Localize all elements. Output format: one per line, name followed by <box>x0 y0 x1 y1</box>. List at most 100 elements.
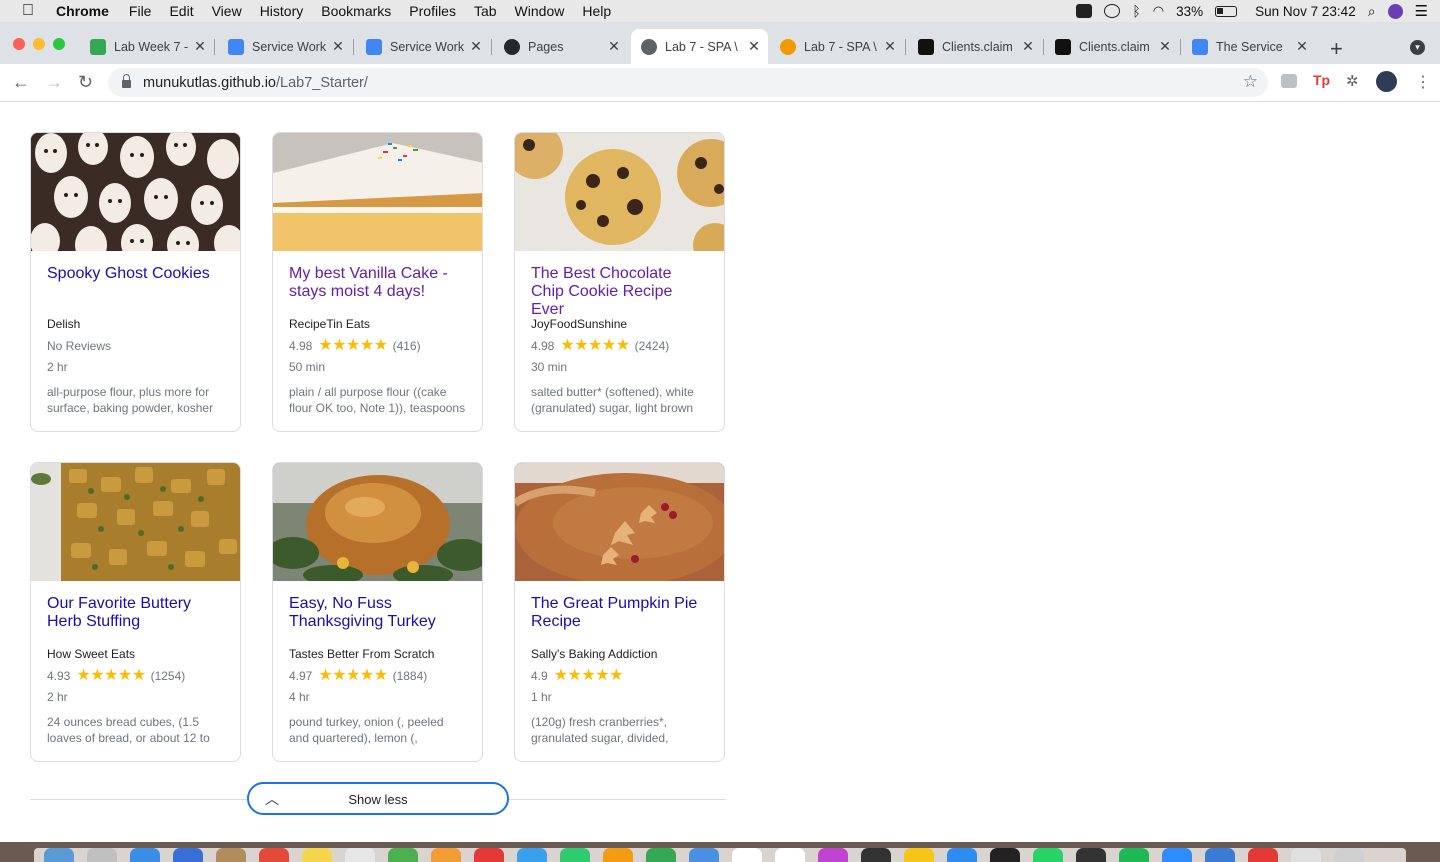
tab-the-service[interactable]: The Service ✕ <box>1182 29 1316 64</box>
menu-history[interactable]: History <box>260 3 304 19</box>
recipe-title[interactable]: My best Vanilla Cake - stays moist 4 day… <box>289 265 466 301</box>
downloads-icon[interactable] <box>1291 848 1321 862</box>
menu-tab[interactable]: Tab <box>474 3 497 19</box>
tab-search-icon[interactable]: ▾ <box>1410 40 1425 55</box>
vscode-icon[interactable] <box>1205 848 1235 862</box>
numbers-icon[interactable] <box>646 848 676 862</box>
lock-icon[interactable] <box>122 74 131 88</box>
music-icon[interactable] <box>861 848 891 862</box>
menu-app-name[interactable]: Chrome <box>56 3 109 19</box>
tab-clients-claim-2[interactable]: Clients.claim ✕ <box>1045 29 1179 64</box>
menu-window[interactable]: Window <box>515 3 565 19</box>
finder-icon[interactable] <box>44 848 74 862</box>
close-icon[interactable]: ✕ <box>330 38 346 55</box>
sketch-icon[interactable] <box>904 848 934 862</box>
zoom-icon[interactable] <box>1162 848 1192 862</box>
spotlight-search-icon[interactable]: ⌕ <box>1368 3 1376 20</box>
launchpad-icon[interactable] <box>87 848 117 862</box>
app-store-icon[interactable] <box>775 848 805 862</box>
close-icon[interactable]: ✕ <box>192 38 208 55</box>
textedit-icon[interactable] <box>345 848 375 862</box>
maps-icon[interactable] <box>388 848 418 862</box>
whatsapp-icon[interactable] <box>1033 848 1063 862</box>
bluetooth-icon[interactable]: ᛒ <box>1132 3 1140 19</box>
maximize-window-icon[interactable] <box>53 38 65 50</box>
spotify-icon[interactable] <box>1119 848 1149 862</box>
menu-help[interactable]: Help <box>582 3 611 19</box>
chrome-icon[interactable] <box>474 848 504 862</box>
tab-lab-7-spa-active[interactable]: Lab 7 - SPA \ ✕ <box>631 29 768 64</box>
menu-view[interactable]: View <box>212 3 242 19</box>
zoom-status-icon[interactable] <box>1076 4 1093 18</box>
recipe-card[interactable]: My best Vanilla Cake - stays moist 4 day… <box>272 132 483 432</box>
menu-edit[interactable]: Edit <box>169 3 193 19</box>
tab-lab-7-spa[interactable]: Lab 7 - SPA \ ✕ <box>770 29 904 64</box>
safari-icon[interactable] <box>130 848 160 862</box>
forward-icon[interactable]: → <box>45 72 63 93</box>
close-window-icon[interactable] <box>13 38 25 50</box>
facetime-icon[interactable] <box>560 848 590 862</box>
new-tab-icon[interactable]: + <box>1330 36 1343 62</box>
tab-title: Service Work <box>390 39 465 54</box>
recipe-card[interactable]: The Great Pumpkin Pie Recipe Sally's Bak… <box>514 462 725 762</box>
menu-bookmarks[interactable]: Bookmarks <box>321 3 391 19</box>
address-bar[interactable]: munukutlas.github.io/Lab7_Starter/ ☆ <box>108 68 1268 97</box>
menu-profiles[interactable]: Profiles <box>409 3 456 19</box>
tab-clients-claim-1[interactable]: Clients.claim ✕ <box>908 29 1042 64</box>
close-icon[interactable]: ✕ <box>882 38 898 55</box>
battery-icon[interactable] <box>1215 5 1238 17</box>
tab-service-worker-2[interactable]: Service Work ✕ <box>356 29 490 64</box>
extensions-puzzle-icon[interactable]: ✲ <box>1346 72 1359 90</box>
close-icon[interactable]: ✕ <box>1294 38 1310 55</box>
siri-icon[interactable] <box>1387 3 1403 19</box>
control-center-icon[interactable]: ☰ <box>1415 2 1428 20</box>
recipe-title[interactable]: The Best Chocolate Chip Cookie Recipe Ev… <box>531 265 708 318</box>
close-icon[interactable]: ✕ <box>1020 38 1036 55</box>
clock[interactable]: Sun Nov 7 23:42 <box>1255 4 1356 19</box>
bookmark-star-icon[interactable]: ☆ <box>1243 72 1258 92</box>
close-icon[interactable]: ✕ <box>606 38 622 55</box>
menu-kebab-icon[interactable]: ⋮ <box>1415 72 1431 92</box>
minimize-window-icon[interactable] <box>33 38 45 50</box>
system-preferences-icon[interactable] <box>732 848 762 862</box>
close-icon[interactable]: ✕ <box>468 38 484 55</box>
todoist-icon[interactable] <box>1248 848 1278 862</box>
creative-cloud-icon[interactable] <box>1104 4 1121 18</box>
recipe-card[interactable]: Our Favorite Buttery Herb Stuffing How S… <box>30 462 241 762</box>
calendar-icon[interactable] <box>259 848 289 862</box>
profile-avatar[interactable] <box>1376 71 1397 92</box>
recipe-title[interactable]: Spooky Ghost Cookies <box>47 265 224 301</box>
trash-icon[interactable] <box>1334 848 1364 862</box>
wifi-icon[interactable]: ◠ <box>1153 3 1164 19</box>
notes-app-icon[interactable] <box>216 848 246 862</box>
recipe-card[interactable]: Easy, No Fuss Thanksgiving Turkey Tastes… <box>272 462 483 762</box>
tab-pages[interactable]: Pages ✕ <box>494 29 628 64</box>
books-icon[interactable] <box>603 848 633 862</box>
stickies-icon[interactable] <box>302 848 332 862</box>
recipe-title[interactable]: Easy, No Fuss Thanksgiving Turkey <box>289 595 466 631</box>
terminal-icon[interactable] <box>1076 848 1106 862</box>
recipe-card[interactable]: Spooky Ghost Cookies Delish No Reviews 2… <box>30 132 241 432</box>
tab-service-worker-1[interactable]: Service Work ✕ <box>218 29 352 64</box>
recipe-title[interactable]: Our Favorite Buttery Herb Stuffing <box>47 595 224 631</box>
menu-file[interactable]: File <box>129 3 152 19</box>
activity-monitor-icon[interactable] <box>990 848 1020 862</box>
slack-icon[interactable] <box>947 848 977 862</box>
podcasts-icon[interactable] <box>818 848 848 862</box>
recipe-title[interactable]: The Great Pumpkin Pie Recipe <box>531 595 708 631</box>
close-icon[interactable]: ✕ <box>746 38 762 55</box>
photos-icon[interactable] <box>431 848 461 862</box>
preview-icon[interactable] <box>689 848 719 862</box>
back-icon[interactable]: ← <box>12 72 30 93</box>
extension-icon[interactable] <box>1281 74 1297 88</box>
close-icon[interactable]: ✕ <box>1157 38 1173 55</box>
show-less-button[interactable]: ︿ Show less <box>247 782 509 815</box>
mail-icon[interactable] <box>173 848 203 862</box>
recipe-card[interactable]: The Best Chocolate Chip Cookie Recipe Ev… <box>514 132 725 432</box>
tab-lab-week-7[interactable]: Lab Week 7 - ✕ <box>80 29 214 64</box>
recipe-image-thanksgiving-turkey <box>273 463 482 581</box>
messages-icon[interactable] <box>517 848 547 862</box>
apple-icon[interactable]:  <box>0 2 56 20</box>
tp-extension-icon[interactable]: Tp <box>1313 72 1330 88</box>
reload-icon[interactable]: ↻ <box>78 72 93 93</box>
